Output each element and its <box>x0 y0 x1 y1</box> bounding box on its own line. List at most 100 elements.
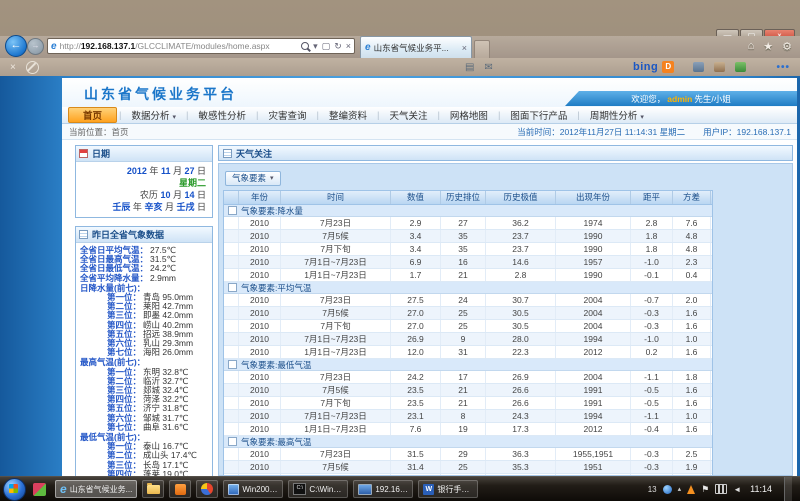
home-icon[interactable]: ⌂ <box>748 40 755 53</box>
table-cell: 2010 <box>239 243 281 255</box>
row-gutter <box>224 320 239 332</box>
welcome-bar: 欢迎您，admin先生/小姐 <box>565 91 797 106</box>
row-gutter <box>224 256 239 268</box>
document-icon <box>79 230 88 239</box>
section-row[interactable]: 气象要素:最高气温 <box>224 436 712 448</box>
nav-separator: | <box>577 110 579 121</box>
search-icon[interactable] <box>301 42 309 50</box>
nav-item[interactable]: 图面下行产品 <box>502 107 575 123</box>
forward-button[interactable]: → <box>27 38 44 55</box>
table-cell: -0.5 <box>631 384 673 396</box>
tray-globe-icon[interactable] <box>663 485 672 494</box>
table-row: 20107月23日31.52936.31955,1951-0.32.5 <box>224 448 712 461</box>
settings-gear-icon[interactable]: ⚙ <box>782 40 792 53</box>
table-cell: 17 <box>441 371 486 383</box>
row-gutter <box>224 461 239 473</box>
section-checkbox[interactable] <box>228 206 237 215</box>
back-button[interactable]: ← <box>5 35 27 57</box>
table-row: 20107月5候31.42535.31951-0.31.9 <box>224 461 712 474</box>
stat-label: 第七位： <box>107 348 141 357</box>
section-checkbox[interactable] <box>228 437 237 446</box>
url-text[interactable]: http://192.168.137.1/GLCCLIMATE/modules/… <box>60 41 298 51</box>
nav-item[interactable]: 网格地图 <box>442 107 496 123</box>
favorites-star-icon[interactable]: ★ <box>763 40 773 53</box>
section-row[interactable]: 气象要素:平均气温 <box>224 282 712 294</box>
date-panel: 日期 2012 年 11 月 27 日星期二农历 10 月 14 日壬辰 年 辛… <box>75 145 213 218</box>
new-tab-button[interactable] <box>474 40 490 59</box>
date-line: 农历 10 月 14 日 <box>82 189 206 201</box>
section-checkbox[interactable] <box>228 360 237 369</box>
nav-item[interactable]: 整编资料 <box>321 107 375 123</box>
tray-badge[interactable]: 13 <box>648 485 657 494</box>
address-bar[interactable]: e http://192.168.137.1/GLCCLIMATE/module… <box>47 38 355 54</box>
bing-logo[interactable]: bing <box>633 61 658 73</box>
table-cell: 2010 <box>239 320 281 332</box>
satellite-addon-icon[interactable] <box>714 62 725 72</box>
camera-addon-icon[interactable] <box>693 62 704 72</box>
element-dropdown-button[interactable]: 气象要素▾ <box>225 171 281 186</box>
stop-icon[interactable]: × <box>346 41 351 51</box>
sidebar-close-icon[interactable]: × <box>10 62 16 73</box>
volume-icon[interactable]: ◄ <box>733 485 741 494</box>
mail-addon-icon[interactable]: ✉ <box>484 62 492 73</box>
table-cell: 7.6 <box>673 217 711 229</box>
nav-item[interactable]: 数据分析▾ <box>123 107 184 123</box>
table-cell: 2010 <box>239 256 281 268</box>
nav-item[interactable]: 灾害查询 <box>260 107 314 123</box>
column-header: 时间 <box>281 191 391 204</box>
table-cell: 1.6 <box>673 384 711 396</box>
current-time: 当前时间：2012年11月27日 11:14:31 星期二 <box>517 126 685 138</box>
nav-item[interactable]: 天气关注 <box>381 107 435 123</box>
column-header: 历史排位 <box>441 191 486 204</box>
tab-close-icon[interactable]: × <box>462 43 467 53</box>
browser-tab[interactable]: e 山东省气候业务平... × <box>360 36 472 58</box>
browser-toolbar: ← → e http://192.168.137.1/GLCCLIMATE/mo… <box>0 36 800 58</box>
taskbar-button-browser-round[interactable] <box>196 480 218 498</box>
table-cell: 19 <box>441 423 486 435</box>
pinned-app-icon[interactable] <box>33 483 46 496</box>
taskbar-clock[interactable]: 11:14 <box>750 484 772 494</box>
section-row[interactable]: 气象要素:最低气温 <box>224 359 712 371</box>
folder-icon <box>147 485 160 494</box>
section-checkbox[interactable] <box>228 283 237 292</box>
network-icon[interactable] <box>715 484 727 494</box>
section-row[interactable]: 气象要素:降水量 <box>224 205 712 217</box>
more-addons-icon[interactable]: ••• <box>776 62 790 73</box>
row-gutter <box>224 269 239 281</box>
taskbar-button-cmd[interactable]: C:\Windows\s... <box>288 480 348 498</box>
action-center-flag-icon[interactable]: ⚑ <box>701 484 709 495</box>
taskbar-button-folder[interactable] <box>142 480 164 498</box>
taskbar-button-word[interactable]: 银行手册.docx ... <box>418 480 478 498</box>
autocomplete-arrow-icon[interactable]: ▾ <box>313 41 318 52</box>
table-cell: 1990 <box>556 243 631 255</box>
nav-item[interactable]: 敏感性分析 <box>190 107 254 123</box>
nav-item[interactable]: 周期性分析▾ <box>582 107 652 123</box>
cards-addon-icon[interactable]: ▤ <box>465 62 474 73</box>
row-gutter <box>224 423 239 435</box>
tab-favicon-icon: e <box>365 42 371 53</box>
show-desktop-button[interactable] <box>784 477 792 501</box>
tray-expand-icon[interactable]: ▴ <box>678 485 682 493</box>
compatibility-view-icon[interactable]: ▢ <box>322 41 331 52</box>
blocked-icon[interactable] <box>26 61 39 74</box>
d-app-icon[interactable]: D <box>662 61 674 73</box>
tray-flame-icon[interactable] <box>687 485 695 494</box>
weather-focus-title: 天气关注 <box>236 147 272 160</box>
table-cell: 21 <box>441 384 486 396</box>
taskbar-button-remote[interactable]: 192.168.59.99... <box>353 480 413 498</box>
taskbar-button-app-orange[interactable] <box>169 480 191 498</box>
table-cell: 24.3 <box>486 410 556 422</box>
start-button[interactable] <box>3 478 26 501</box>
table-cell: 1990 <box>556 269 631 281</box>
table-row: 20107月23日27.52430.72004-0.72.0 <box>224 294 712 307</box>
table-cell: 2010 <box>239 230 281 242</box>
globe-addon-icon[interactable] <box>735 62 746 72</box>
page-content: 山东省气候业务平台 欢迎您，admin先生/小姐 首页|数据分析▾|敏感性分析|… <box>62 78 797 476</box>
table-cell: 1.0 <box>673 410 711 422</box>
taskbar-button-ie[interactable]: 山东省气候业务... <box>55 480 137 498</box>
refresh-icon[interactable]: ↻ <box>334 41 342 52</box>
taskbar-button-win[interactable]: Win2008 (VS2... <box>223 480 283 498</box>
table-cell: 0.2 <box>631 346 673 358</box>
nav-item[interactable]: 首页 <box>68 107 117 123</box>
table-cell: 1951 <box>556 461 631 473</box>
